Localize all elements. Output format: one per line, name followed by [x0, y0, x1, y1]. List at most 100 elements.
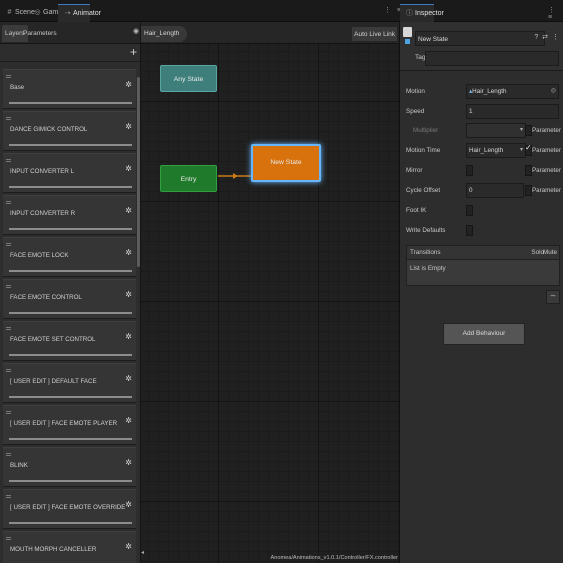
chevron-down-icon: ▾ — [519, 147, 523, 153]
gear-icon[interactable]: ✲ — [125, 80, 132, 89]
gear-icon[interactable]: ✲ — [125, 206, 132, 215]
layers-scrollbar[interactable] — [137, 77, 140, 267]
drag-handle-icon[interactable] — [6, 117, 11, 120]
layer-item[interactable]: BLINK ✲ — [3, 447, 136, 487]
controller-path: Anomea/Animations_v1.0.1/Controller/FX.c… — [270, 555, 398, 561]
layer-weight-slider[interactable] — [9, 270, 132, 272]
mirror-parameter-checkbox[interactable] — [525, 165, 532, 176]
auto-live-link-button[interactable]: Auto Live Link — [351, 26, 398, 42]
object-picker-icon[interactable]: ◎ — [551, 85, 556, 98]
any-state-node[interactable]: Any State — [160, 65, 217, 92]
gear-icon[interactable]: ✲ — [125, 332, 132, 341]
layer-item[interactable]: [ USER EDIT ] FACE EMOTE PLAYER ✲ — [3, 405, 136, 445]
cycle-offset-parameter-checkbox[interactable] — [525, 185, 532, 196]
entry-node[interactable]: Entry — [160, 165, 217, 192]
inspector-tab-menu-icon[interactable]: ⋮ ≡ — [548, 6, 563, 21]
new-state-node[interactable]: New State — [251, 144, 321, 182]
tab-inspector[interactable]: ⓘ Inspector — [400, 4, 444, 22]
eye-icon[interactable]: ◉ — [133, 27, 139, 35]
drag-handle-icon[interactable] — [6, 411, 11, 414]
gear-icon[interactable]: ✲ — [125, 122, 132, 131]
motion-time-label: Motion Time — [406, 147, 441, 154]
multiplier-parameter-checkbox[interactable] — [525, 125, 532, 136]
layers-params-tabs: Layers Parameters — [0, 22, 140, 44]
game-icon: ◎ — [34, 9, 41, 16]
scene-icon: # — [7, 9, 12, 16]
drag-handle-icon[interactable] — [6, 75, 11, 78]
gear-icon[interactable]: ✲ — [125, 416, 132, 425]
drag-handle-icon[interactable] — [6, 327, 11, 330]
layer-weight-slider[interactable] — [9, 396, 132, 398]
mirror-checkbox[interactable] — [466, 165, 473, 176]
speed-field[interactable]: 1 — [466, 104, 559, 119]
remove-transition-button[interactable]: – — [546, 290, 560, 304]
layer-weight-slider[interactable] — [9, 312, 132, 314]
layer-item[interactable]: FACE EMOTE CONTROL ✲ — [3, 279, 136, 319]
mute-column-label: Mute — [543, 249, 557, 256]
state-name-field[interactable]: New State — [415, 31, 545, 46]
drag-handle-icon[interactable] — [6, 537, 11, 540]
foot-ik-checkbox[interactable] — [466, 205, 473, 216]
motion-time-dropdown[interactable]: Hair_Length ▾ — [466, 143, 526, 158]
layer-weight-slider[interactable] — [9, 522, 132, 524]
layer-item[interactable]: Base ✲ — [3, 69, 136, 109]
add-layer-button[interactable]: + — [130, 45, 137, 59]
tag-field[interactable] — [425, 51, 559, 66]
add-behaviour-button[interactable]: Add Behaviour — [443, 323, 525, 345]
layer-weight-slider[interactable] — [9, 438, 132, 440]
layer-item[interactable]: DANCE GIMICK CONTROL ✲ — [3, 111, 136, 151]
tab-animator[interactable]: ⇢ Animator — [58, 4, 101, 22]
graph-scroll-arrow-icon[interactable]: ◂ — [141, 549, 147, 563]
motion-field[interactable]: ▴Hair_Length ◎ — [466, 84, 559, 99]
layer-item[interactable]: [ USER EDIT ] FACE EMOTE OVERRIDE ✲ — [3, 489, 136, 529]
layer-item[interactable]: INPUT CONVERTER R ✲ — [3, 195, 136, 235]
state-machine-graph[interactable]: ◉ Hair_Length Auto Live Link Any State E… — [133, 22, 399, 563]
layer-item[interactable]: [ USER EDIT ] DEFAULT FACE ✲ — [3, 363, 136, 403]
graph-toolbar: ◉ Hair_Length Auto Live Link — [133, 22, 399, 44]
animator-state-icon — [403, 27, 412, 44]
drag-handle-icon[interactable] — [6, 495, 11, 498]
layer-name: FACE EMOTE LOCK — [10, 252, 69, 259]
layer-weight-slider[interactable] — [9, 480, 132, 482]
layer-name: [ USER EDIT ] FACE EMOTE OVERRIDE — [10, 504, 126, 511]
layer-weight-slider[interactable] — [9, 186, 132, 188]
gear-icon[interactable]: ✲ — [125, 164, 132, 173]
motion-label: Motion — [406, 88, 425, 95]
layer-item[interactable]: MOUTH MORPH CANCELLER ✲ — [3, 531, 136, 563]
gear-icon[interactable]: ✲ — [125, 290, 132, 299]
cycle-offset-label: Cycle Offset — [406, 187, 441, 194]
layer-weight-slider[interactable] — [9, 354, 132, 356]
layer-weight-slider[interactable] — [9, 144, 132, 146]
gear-icon[interactable]: ✲ — [125, 248, 132, 257]
transitions-header: Transitions Solo Mute — [406, 245, 560, 260]
layer-name: [ USER EDIT ] FACE EMOTE PLAYER — [10, 420, 118, 427]
mirror-parameter-label: Parameter — [532, 167, 561, 174]
gear-icon[interactable]: ✲ — [125, 458, 132, 467]
layer-weight-slider[interactable] — [9, 228, 132, 230]
info-icon: ⓘ — [406, 10, 413, 17]
drag-handle-icon[interactable] — [6, 285, 11, 288]
drag-handle-icon[interactable] — [6, 201, 11, 204]
cycle-offset-field[interactable]: 0 — [466, 183, 524, 198]
mirror-label: Mirror — [406, 167, 423, 174]
multiplier-parameter-label: Parameter — [532, 127, 561, 134]
layer-item[interactable]: FACE EMOTE SET CONTROL ✲ — [3, 321, 136, 361]
layer-name: DANCE GIMICK CONTROL — [10, 126, 88, 133]
gear-icon[interactable]: ✲ — [125, 542, 132, 551]
motion-time-parameter-checkbox[interactable] — [525, 143, 532, 156]
layer-item[interactable]: FACE EMOTE LOCK ✲ — [3, 237, 136, 277]
layer-weight-slider[interactable] — [9, 102, 132, 104]
layer-item[interactable]: INPUT CONVERTER L ✲ — [3, 153, 136, 193]
write-defaults-checkbox[interactable] — [466, 225, 473, 236]
drag-handle-icon[interactable] — [6, 453, 11, 456]
drag-handle-icon[interactable] — [6, 369, 11, 372]
gear-icon[interactable]: ✲ — [125, 374, 132, 383]
drag-handle-icon[interactable] — [6, 243, 11, 246]
breadcrumb[interactable]: Hair_Length — [141, 26, 188, 42]
gear-icon[interactable]: ✲ — [125, 500, 132, 509]
drag-handle-icon[interactable] — [6, 159, 11, 162]
entry-transition-arrow[interactable] — [218, 173, 252, 179]
inspector-header-icons[interactable]: ? ⇄ ⋮ — [534, 33, 560, 41]
multiplier-dropdown[interactable]: ▾ — [466, 123, 526, 138]
tab-parameters[interactable]: Parameters — [20, 25, 60, 42]
